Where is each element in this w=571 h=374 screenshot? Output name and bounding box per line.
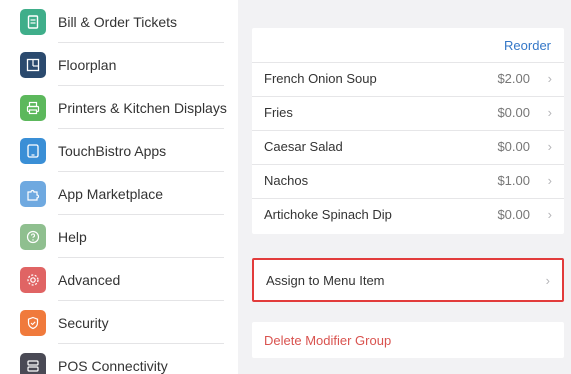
sidebar-item-help[interactable]: Help <box>0 215 238 258</box>
sidebar-item-label: Advanced <box>58 271 121 288</box>
sidebar-item-label: POS Connectivity <box>58 357 168 374</box>
modifier-items-card: Reorder French Onion Soup $2.00 › Fries … <box>252 28 564 234</box>
sidebar-item-app-marketplace[interactable]: App Marketplace <box>0 172 238 215</box>
shield-icon <box>20 309 46 336</box>
chevron-right-icon: › <box>547 207 552 222</box>
list-item[interactable]: French Onion Soup $2.00 › <box>252 62 564 96</box>
sidebar-item-advanced[interactable]: Advanced <box>0 258 238 301</box>
chevron-right-icon: › <box>545 273 550 288</box>
sidebar-item-label: TouchBistro Apps <box>58 142 167 159</box>
server-icon <box>20 352 46 374</box>
item-name: Fries <box>264 105 293 120</box>
item-name: Nachos <box>264 173 309 188</box>
modifier-group-detail: Reorder French Onion Soup $2.00 › Fries … <box>238 0 571 374</box>
sidebar-item-label: Security <box>58 314 109 331</box>
divider <box>252 96 564 97</box>
chevron-right-icon: › <box>547 139 552 154</box>
receipt-icon <box>20 8 46 35</box>
divider <box>252 164 564 165</box>
chevron-right-icon: › <box>547 71 552 86</box>
settings-sidebar: Bill & Order Tickets Floorplan Printers … <box>0 0 238 374</box>
assign-to-menu-item-button[interactable]: Assign to Menu Item › <box>252 258 564 302</box>
divider <box>252 198 564 199</box>
printer-icon <box>20 94 46 121</box>
sidebar-item-printers-kitchen-displays[interactable]: Printers & Kitchen Displays <box>0 86 238 129</box>
assign-label: Assign to Menu Item <box>266 273 385 288</box>
item-price: $1.00 <box>497 173 530 188</box>
sidebar-item-touchbistro-apps[interactable]: TouchBistro Apps <box>0 129 238 172</box>
item-price: $0.00 <box>497 207 530 222</box>
sidebar-item-floorplan[interactable]: Floorplan <box>0 43 238 86</box>
sidebar-item-bill-order-tickets[interactable]: Bill & Order Tickets <box>0 0 238 43</box>
delete-label: Delete Modifier Group <box>264 333 392 348</box>
chevron-right-icon: › <box>547 105 552 120</box>
item-name: Caesar Salad <box>264 139 343 154</box>
sidebar-item-security[interactable]: Security <box>0 301 238 344</box>
sidebar-item-label: App Marketplace <box>58 185 164 202</box>
item-name: Artichoke Spinach Dip <box>264 207 392 222</box>
reorder-button[interactable]: Reorder <box>504 38 551 53</box>
sidebar-item-label: Help <box>58 228 87 245</box>
item-name: French Onion Soup <box>264 71 377 86</box>
divider <box>252 62 564 63</box>
item-price: $0.00 <box>497 139 530 154</box>
gear-icon <box>20 266 46 293</box>
floorplan-icon <box>20 51 46 78</box>
help-icon <box>20 223 46 250</box>
tablet-icon <box>20 137 46 164</box>
sidebar-item-label: Bill & Order Tickets <box>58 13 178 30</box>
delete-modifier-group-button[interactable]: Delete Modifier Group <box>252 322 564 358</box>
list-item[interactable]: Caesar Salad $0.00 › <box>252 130 564 164</box>
chevron-right-icon: › <box>547 173 552 188</box>
puzzle-icon <box>20 180 46 207</box>
sidebar-item-pos-connectivity[interactable]: POS Connectivity <box>0 344 238 374</box>
sidebar-item-label: Floorplan <box>58 56 117 73</box>
list-item[interactable]: Fries $0.00 › <box>252 96 564 130</box>
list-item[interactable]: Artichoke Spinach Dip $0.00 › <box>252 198 564 232</box>
divider <box>252 130 564 131</box>
sidebar-item-label: Printers & Kitchen Displays <box>58 99 227 116</box>
item-price: $0.00 <box>497 105 530 120</box>
item-price: $2.00 <box>497 71 530 86</box>
list-item[interactable]: Nachos $1.00 › <box>252 164 564 198</box>
